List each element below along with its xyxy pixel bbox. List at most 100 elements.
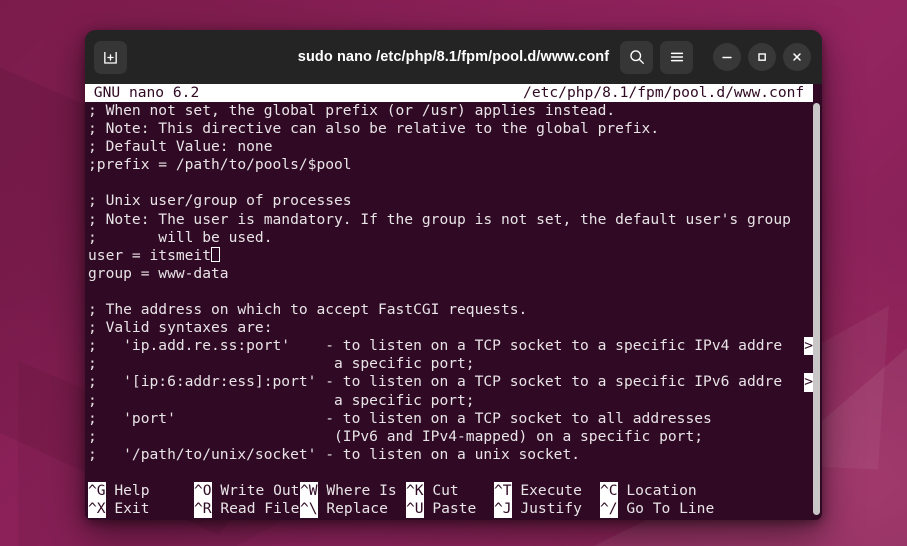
nano-version-label: GNU nano 6.2 xyxy=(93,84,200,101)
nano-line-text: ; '/path/to/unix/socket' - to listen on … xyxy=(88,445,581,463)
nano-line: ; 'ip.add.re.ss:port' - to listen on a T… xyxy=(88,337,813,356)
nano-shortcut-label: Cut xyxy=(423,481,459,499)
nano-line-text: ; The address on which to accept FastCGI… xyxy=(88,301,528,319)
nano-shortcut-label: Exit xyxy=(105,499,150,517)
nano-shortcut[interactable]: ^K Cut xyxy=(406,481,459,500)
nano-line-text: ; When not set, the global prefix (or /u… xyxy=(88,102,616,119)
nano-shortcut-row-1: ^G Help ^O Write Out ^W Where Is ^K Cut ^T E… xyxy=(88,481,813,500)
nano-line-text: ; (IPv6 and IPv4-mapped) on a specific p… xyxy=(88,427,704,445)
nano-line-text: ; Unix user/group of processes xyxy=(88,192,352,210)
nano-shortcut[interactable]: ^T Execute xyxy=(494,481,582,500)
nano-line: ; a specific port; xyxy=(88,355,813,373)
nano-line: ; (IPv6 and IPv4-mapped) on a specific p… xyxy=(88,428,813,446)
nano-line-text: ; Note: This directive can also be relat… xyxy=(88,120,660,138)
nano-shortcut[interactable]: ^/ Go To Line xyxy=(600,499,715,518)
nano-shortcut[interactable]: ^G Help xyxy=(88,481,150,500)
nano-editor-text[interactable]: ; When not set, the global prefix (or /u… xyxy=(85,102,813,464)
minimize-icon xyxy=(722,56,732,59)
nano-line: ; Unix user/group of processes xyxy=(88,192,813,210)
nano-shortcut-label: Justify xyxy=(511,499,582,517)
nano-shortcut-key: ^/ xyxy=(600,499,618,518)
nano-line: ; Valid syntaxes are: xyxy=(88,319,813,337)
nano-shortcut-key: ^O xyxy=(194,481,212,500)
nano-line: ; When not set, the global prefix (or /u… xyxy=(88,102,813,120)
scrollbar-thumb[interactable] xyxy=(813,103,820,515)
nano-line: ; 'port' - to listen on a TCP socket to … xyxy=(88,410,813,428)
nano-shortcut[interactable]: ^J Justify xyxy=(494,499,582,518)
terminal-window: sudo nano /etc/php/8.1/fpm/pool.d/www.co… xyxy=(85,30,822,520)
nano-shortcut[interactable]: ^U Paste xyxy=(406,499,477,518)
nano-shortcut-label: Help xyxy=(105,481,150,499)
nano-line-text: ; Valid syntaxes are: xyxy=(88,319,273,337)
menu-button[interactable] xyxy=(660,40,693,74)
nano-shortcut-label: Location xyxy=(617,481,697,499)
nano-shortcut-label: Where Is xyxy=(317,481,397,499)
nano-shortcut[interactable]: ^R Read File xyxy=(194,499,300,518)
nano-shortcut-label: Read File xyxy=(211,499,300,517)
nano-shortcut-key: ^R xyxy=(194,499,212,518)
nano-line: ; Note: The user is mandatory. If the gr… xyxy=(88,211,813,229)
nano-line-text: ; will be used. xyxy=(88,228,273,246)
nano-line-text: user = itsmeit xyxy=(88,246,212,264)
nano-shortcut-label: Go To Line xyxy=(617,499,715,517)
new-tab-button[interactable] xyxy=(94,40,127,74)
nano-line-text: ;prefix = /path/to/pools/$pool xyxy=(88,156,352,174)
nano-line-text: group = www-data xyxy=(88,264,229,282)
nano-line: ; '[ip:6:addr:ess]:port' - to listen on … xyxy=(88,373,813,392)
nano-line-text: ; Note: The user is mandatory. If the gr… xyxy=(88,210,791,228)
minimize-button[interactable] xyxy=(713,43,741,71)
nano-line: ; will be used. xyxy=(88,229,813,247)
window-controls xyxy=(620,40,811,74)
terminal-scrollbar[interactable] xyxy=(813,103,820,515)
nano-line xyxy=(88,174,813,192)
nano-shortcut-label: Write Out xyxy=(211,481,300,499)
nano-line: ; Default Value: none xyxy=(88,138,813,156)
search-icon xyxy=(629,50,644,64)
nano-filename-label: /etc/php/8.1/fpm/pool.d/www.conf xyxy=(523,84,805,101)
nano-shortcut-label: Paste xyxy=(423,499,477,517)
nano-line-text: ; 'ip.add.re.ss:port' - to listen on a T… xyxy=(88,337,783,355)
nano-line xyxy=(88,283,813,301)
line-continuation-marker: > xyxy=(804,373,813,392)
nano-shortcut-key: ^T xyxy=(494,481,512,500)
nano-shortcut[interactable]: ^\ Replace xyxy=(300,499,388,518)
nano-shortcut-key: ^X xyxy=(88,499,106,518)
nano-titlebar: GNU nano 6.2 /etc/php/8.1/fpm/pool.d/www… xyxy=(85,84,813,102)
nano-shortcut[interactable]: ^W Where Is xyxy=(300,481,397,500)
nano-line-text: ; a specific port; xyxy=(88,391,475,409)
nano-shortcut-key: ^C xyxy=(600,481,618,500)
nano-line-text: ; Default Value: none xyxy=(88,138,273,156)
nano-line: user = itsmeit xyxy=(88,246,813,265)
text-cursor xyxy=(211,246,220,262)
terminal-content[interactable]: GNU nano 6.2 /etc/php/8.1/fpm/pool.d/www… xyxy=(85,84,822,520)
nano-shortcut[interactable]: ^C Location xyxy=(600,481,697,500)
nano-shortcut-key: ^K xyxy=(406,481,424,500)
maximize-icon xyxy=(758,53,766,61)
nano-shortcut-key: ^W xyxy=(300,481,318,500)
nano-shortcut-key: ^G xyxy=(88,481,106,500)
nano-line-text: ; 'port' - to listen on a TCP socket to … xyxy=(88,409,712,427)
new-tab-icon xyxy=(104,51,117,64)
nano-shortcut[interactable]: ^X Exit xyxy=(88,499,150,518)
nano-shortcut-row-2: ^X Exit ^R Read File ^\ Replace ^U Paste ^J … xyxy=(88,499,813,518)
nano-line: ; a specific port; xyxy=(88,392,813,410)
nano-line-text: ; '[ip:6:addr:ess]:port' - to listen on … xyxy=(88,373,783,391)
maximize-button[interactable] xyxy=(748,43,776,71)
nano-shortcut[interactable]: ^O Write Out xyxy=(194,481,300,500)
nano-shortcut-key: ^U xyxy=(406,499,424,518)
nano-shortcut-label: Execute xyxy=(511,481,582,499)
nano-line: ; Note: This directive can also be relat… xyxy=(88,120,813,138)
nano-shortcut-key: ^\ xyxy=(300,499,318,518)
nano-line: group = www-data xyxy=(88,265,813,283)
hamburger-menu-icon xyxy=(670,52,683,62)
line-continuation-marker: > xyxy=(804,337,813,356)
window-titlebar: sudo nano /etc/php/8.1/fpm/pool.d/www.co… xyxy=(85,30,822,84)
nano-shortcut-label: Replace xyxy=(317,499,388,517)
nano-shortcut-key: ^J xyxy=(494,499,512,518)
search-button[interactable] xyxy=(620,40,653,74)
nano-shortcut-bar: ^G Help ^O Write Out ^W Where Is ^K Cut ^T E… xyxy=(85,481,813,518)
nano-line: ; '/path/to/unix/socket' - to listen on … xyxy=(88,446,813,464)
close-button[interactable] xyxy=(783,43,811,71)
nano-line: ;prefix = /path/to/pools/$pool xyxy=(88,156,813,174)
nano-line-text: ; a specific port; xyxy=(88,355,475,373)
